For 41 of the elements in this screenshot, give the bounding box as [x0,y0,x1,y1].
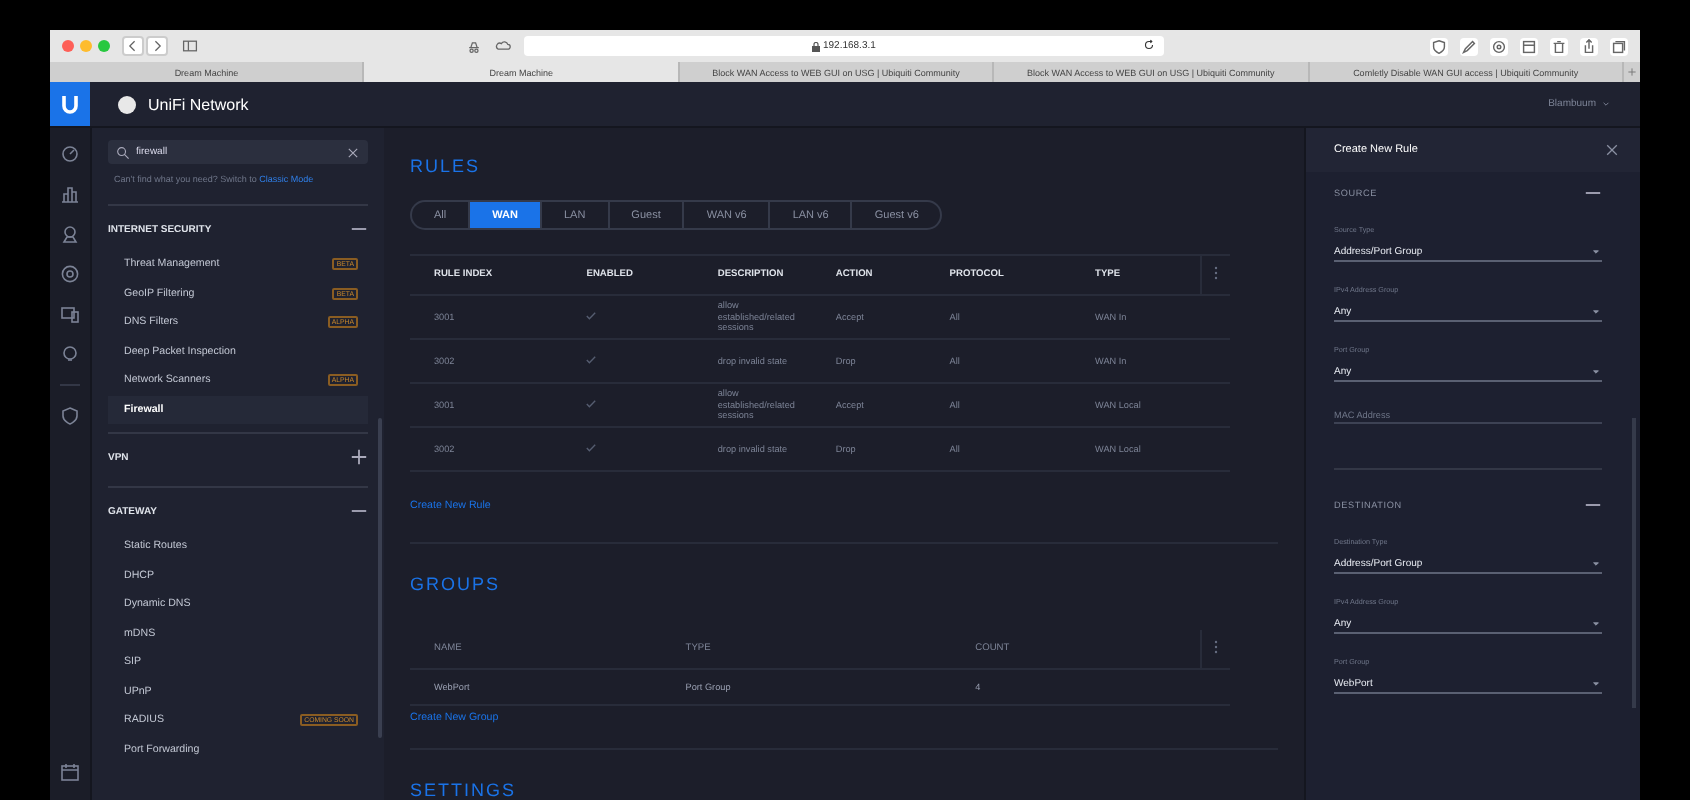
close-icon[interactable] [1604,142,1620,158]
section-heading: RULES [410,156,483,176]
chevron-down-icon[interactable] [1590,306,1602,318]
share-icon[interactable] [1580,37,1598,55]
shield-icon[interactable] [1430,37,1448,55]
trash-icon[interactable] [1550,37,1568,55]
reload-icon[interactable] [1142,38,1156,52]
search-icon[interactable] [116,145,130,159]
section-heading: SETTINGS [410,780,519,800]
lightbulb-icon[interactable] [60,344,80,364]
window-icon[interactable] [1520,37,1538,55]
back-icon[interactable] [122,36,144,56]
pen-icon[interactable] [1460,37,1478,55]
logo-icon[interactable] [50,82,90,126]
expand-icon[interactable] [350,448,368,466]
chevron-down-icon[interactable] [1590,618,1602,630]
product-icon [118,95,136,113]
target-icon[interactable] [60,264,80,284]
devices-icon[interactable] [60,304,80,324]
cloud-icon[interactable] [494,38,512,54]
chevron-down-icon[interactable] [1590,678,1602,690]
lock-icon [812,41,821,51]
chevron-down-icon[interactable] [1590,246,1602,258]
section-heading: GROUPS [410,574,503,594]
calendar-icon[interactable] [60,762,80,782]
tabs-icon[interactable] [1610,37,1628,55]
product-name: UniFi Network [148,95,249,113]
chevron-down-icon[interactable] [1590,558,1602,570]
bar-chart-icon[interactable] [60,184,80,204]
chevron-down-icon[interactable] [1600,98,1612,110]
close-window-dot[interactable] [62,40,74,52]
incognito-icon[interactable] [466,38,482,54]
dashboard-icon[interactable] [60,144,80,164]
chevron-down-icon[interactable] [1590,366,1602,378]
clear-icon[interactable] [346,145,360,159]
minimize-window-dot[interactable] [80,40,92,52]
sidebar-icon[interactable] [180,38,200,54]
shield-icon[interactable] [60,406,80,426]
forward-icon[interactable] [146,36,168,56]
zoom-window-dot[interactable] [98,40,110,52]
target-icon[interactable] [1490,37,1508,55]
